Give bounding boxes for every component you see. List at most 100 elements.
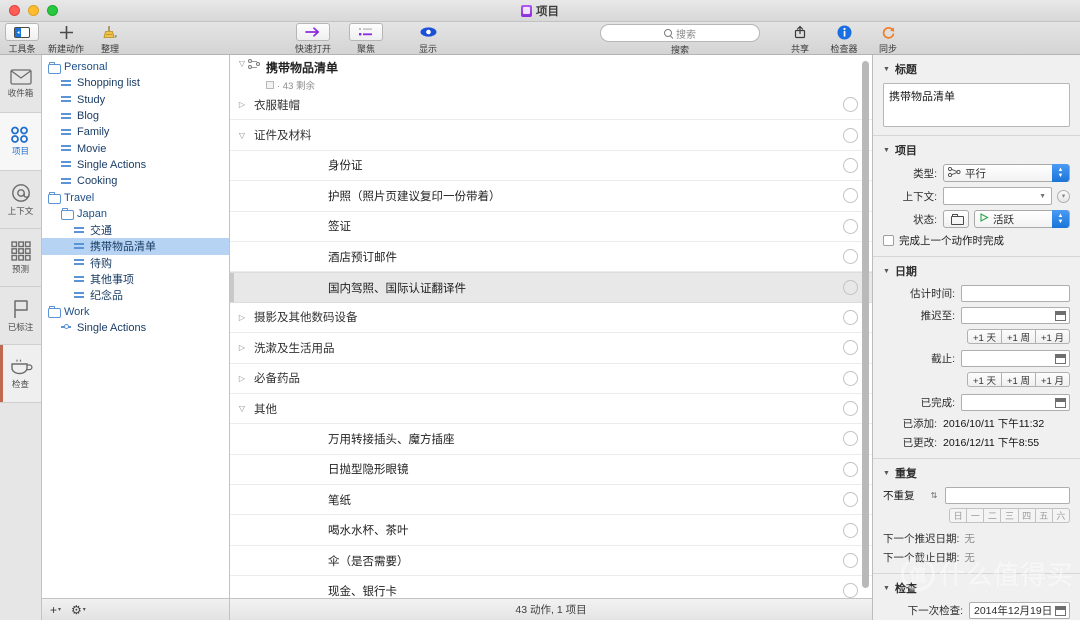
disclosure-triangle-icon[interactable]: ▽ — [236, 131, 248, 140]
sidebar-item-review[interactable]: 检查 — [0, 345, 41, 403]
toolbar-button-cleanup[interactable]: ▾ 整理 — [88, 22, 132, 55]
disclosure-triangle-icon[interactable]: ▷ — [236, 374, 248, 383]
weekday-tue[interactable]: 二 — [984, 508, 1002, 523]
completed-field[interactable] — [961, 394, 1070, 411]
defer-plus-week-button[interactable]: +1 周 — [1002, 329, 1036, 344]
disclosure-triangle-icon[interactable]: ▽ — [236, 404, 248, 413]
task-complete-checkbox[interactable] — [843, 553, 858, 569]
task-group-row[interactable]: ▷ 衣服鞋帽 — [230, 90, 872, 121]
toolbar-button-sidebar[interactable]: 工具条 — [0, 22, 44, 55]
task-complete-checkbox[interactable] — [843, 309, 858, 325]
section-header-review[interactable]: ▼ 检查 — [883, 580, 1070, 596]
section-header-repeat[interactable]: ▼ 重复 — [883, 465, 1070, 481]
disclosure-triangle-icon[interactable]: ▽ — [236, 59, 248, 68]
project-type-stepper[interactable]: ▲ ▼ — [1052, 164, 1069, 182]
section-header-dates[interactable]: ▼ 日期 — [883, 263, 1070, 279]
toolbar-button-inspector[interactable]: 检查器 — [822, 22, 866, 55]
due-plus-day-button[interactable]: +1 天 — [967, 372, 1002, 387]
disclosure-triangle-icon[interactable]: ▷ — [236, 313, 248, 322]
tree-item[interactable]: 待购 — [42, 255, 229, 271]
task-row[interactable]: 日抛型隐形眼镜 — [230, 455, 872, 486]
task-complete-checkbox[interactable] — [843, 218, 858, 234]
task-complete-checkbox[interactable] — [843, 461, 858, 477]
estimate-field[interactable] — [961, 285, 1070, 302]
tree-item[interactable]: Personal — [42, 59, 229, 75]
sidebar-item-inbox[interactable]: 收件箱 — [0, 55, 41, 113]
complete-with-last-action-row[interactable]: 完成上一个动作时完成 — [883, 233, 1070, 248]
sidebar-item-forecast[interactable]: 预测 — [0, 229, 41, 287]
tree-item[interactable]: Single Actions — [42, 157, 229, 173]
task-row[interactable]: 签证 — [230, 212, 872, 242]
repeat-mode-stepper[interactable]: ⇅ — [929, 491, 939, 500]
vertical-scrollbar[interactable] — [862, 61, 869, 590]
task-row[interactable]: 万用转接插头、魔方插座 — [230, 424, 872, 455]
task-row[interactable]: 伞（是否需要） — [230, 546, 872, 577]
task-group-row[interactable]: ▽ 其他 — [230, 394, 872, 425]
tree-item[interactable]: Blog — [42, 108, 229, 124]
project-status-popup[interactable]: 活跃 ▲ ▼ — [974, 210, 1070, 228]
weekday-mon[interactable]: 一 — [967, 508, 985, 523]
toolbar-button-quick-open[interactable]: 快速打开 — [282, 22, 344, 55]
task-row[interactable]: 身份证 — [230, 151, 872, 182]
toolbar-button-focus[interactable]: 聚焦 — [344, 22, 388, 55]
defer-plus-day-button[interactable]: +1 天 — [967, 329, 1002, 344]
weekday-wed[interactable]: 三 — [1001, 508, 1019, 523]
project-header-row[interactable]: ▽ 携带物品清单 · 43 剩余 — [230, 55, 872, 92]
task-group-row[interactable]: ▷ 洗漱及生活用品 — [230, 333, 872, 364]
repeat-value-field[interactable] — [945, 487, 1070, 504]
defer-field[interactable] — [961, 307, 1070, 324]
calendar-icon[interactable] — [1055, 353, 1066, 364]
tree-item[interactable]: Japan — [42, 206, 229, 222]
toolbar-button-sync[interactable]: 同步 — [866, 22, 910, 55]
tree-item[interactable]: 交通 — [42, 222, 229, 238]
tree-item[interactable]: Shopping list — [42, 75, 229, 91]
task-row[interactable]: 护照（照片页建议复印一份带着） — [230, 181, 872, 212]
disclosure-triangle-icon[interactable]: ▷ — [236, 100, 248, 109]
tree-item[interactable]: Movie — [42, 140, 229, 156]
task-complete-checkbox[interactable] — [843, 249, 858, 265]
project-folder-button[interactable] — [943, 210, 969, 228]
section-header-project[interactable]: ▼ 项目 — [883, 142, 1070, 158]
task-complete-checkbox[interactable] — [843, 188, 858, 204]
task-group-row[interactable]: ▷ 必备药品 — [230, 364, 872, 394]
project-status-stepper[interactable]: ▲ ▼ — [1052, 210, 1069, 228]
toolbar-button-view[interactable]: 显示 — [406, 22, 450, 55]
due-plus-month-button[interactable]: +1 月 — [1036, 372, 1070, 387]
weekday-sat[interactable]: 六 — [1052, 508, 1070, 523]
toolbar-button-new-action[interactable]: 新建动作 — [44, 22, 88, 55]
settings-menu-button[interactable]: ⚙ ▾ — [71, 603, 86, 617]
task-row[interactable]: 酒店预订邮件 — [230, 242, 872, 273]
calendar-icon[interactable] — [1055, 397, 1066, 408]
task-row[interactable]: 笔纸 — [230, 485, 872, 516]
tree-item[interactable]: Work — [42, 303, 229, 319]
due-plus-week-button[interactable]: +1 周 — [1002, 372, 1036, 387]
disclosure-triangle-icon[interactable]: ▷ — [236, 343, 248, 352]
calendar-icon[interactable] — [1055, 310, 1066, 321]
weekday-thu[interactable]: 四 — [1018, 508, 1036, 523]
task-complete-checkbox[interactable] — [843, 157, 858, 173]
scrollbar-thumb[interactable] — [862, 61, 869, 588]
task-group-row[interactable]: ▷ 摄影及其他数码设备 — [230, 303, 872, 334]
project-context-combo[interactable]: ▼ — [943, 187, 1052, 205]
task-complete-checkbox[interactable] — [843, 401, 858, 417]
context-menu-button[interactable]: ▾ — [1057, 189, 1070, 203]
task-complete-checkbox[interactable] — [843, 431, 858, 447]
sidebar-item-flagged[interactable]: 已标注 — [0, 287, 41, 345]
tree-item[interactable]: 纪念品 — [42, 287, 229, 303]
project-title-field[interactable]: 携带物品清单 — [883, 83, 1070, 127]
task-row[interactable]: 现金、银行卡 — [230, 576, 872, 598]
tree-item[interactable]: Study — [42, 92, 229, 108]
section-header-title[interactable]: ▼ 标题 — [883, 61, 1070, 77]
search-input[interactable]: 搜索 — [600, 24, 760, 42]
task-group-row[interactable]: ▽ 证件及材料 — [230, 120, 872, 151]
task-list[interactable]: ▽ 携带物品清单 · 43 剩余 ▷ 衣服鞋帽 ▽ 证件及材料 身份证 护照（照片页建议复印一份… — [230, 55, 872, 598]
task-complete-checkbox[interactable] — [843, 127, 858, 143]
sidebar-item-projects[interactable]: 项目 — [0, 113, 41, 171]
task-complete-checkbox[interactable] — [843, 583, 858, 598]
task-complete-checkbox[interactable] — [843, 340, 858, 356]
task-complete-checkbox[interactable] — [843, 492, 858, 508]
task-list-scroll[interactable]: ▽ 携带物品清单 · 43 剩余 ▷ 衣服鞋帽 ▽ 证件及材料 身份证 护照（照片页建议复印一份… — [230, 55, 872, 598]
project-type-popup[interactable]: 平行 ▲ ▼ — [943, 164, 1070, 182]
task-row[interactable]: 国内驾照、国际认证翻译件 — [230, 272, 872, 303]
tree-item[interactable]: Single Actions — [42, 320, 229, 336]
